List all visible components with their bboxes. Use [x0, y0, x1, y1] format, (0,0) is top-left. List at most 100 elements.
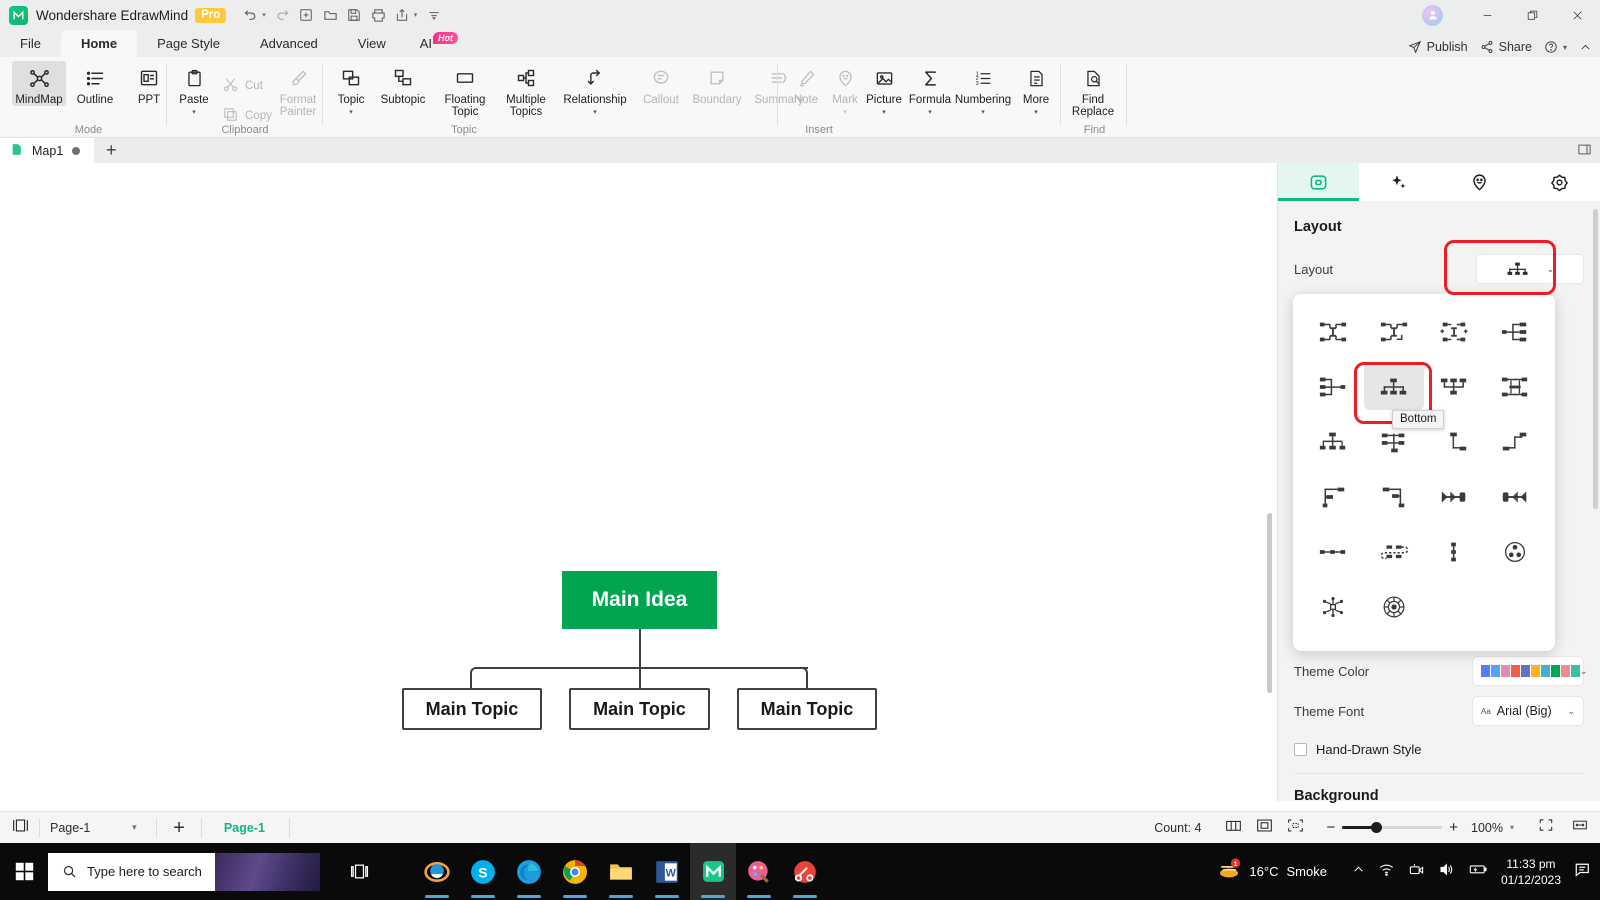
task-view-icon[interactable] — [336, 843, 382, 900]
search-input[interactable]: Type here to search — [48, 852, 320, 891]
panel-scrollbar-thumb[interactable] — [1593, 209, 1598, 509]
share-button[interactable]: Share — [1480, 40, 1532, 54]
view-toggle-icon[interactable] — [12, 818, 29, 838]
ribbon-format-painter-button[interactable]: Format Painter — [267, 61, 329, 118]
column-view-icon[interactable] — [1225, 818, 1242, 838]
export-caret-icon[interactable]: ▾ — [414, 11, 418, 19]
chevron-down-icon[interactable]: ⌄ — [1567, 706, 1575, 717]
doc-tab-map1[interactable]: Map1 — [0, 138, 95, 163]
show-hidden-icons-icon[interactable] — [1352, 863, 1365, 881]
ribbon-more-insert-button[interactable]: More ▾ — [1009, 61, 1063, 116]
layout-option-top[interactable] — [1424, 363, 1485, 410]
zoom-out-button[interactable]: − — [1326, 819, 1335, 836]
mindmap-root-node[interactable]: Main Idea — [562, 571, 717, 629]
ribbon-callout-button[interactable]: Callout — [634, 61, 688, 106]
mindmap-branch-node[interactable]: Main Topic — [737, 688, 877, 730]
skype-icon[interactable]: S — [460, 843, 506, 900]
tab-file[interactable]: File — [0, 30, 61, 57]
google-chrome-icon[interactable] — [552, 843, 598, 900]
mindmap-branch-node[interactable]: Main Topic — [402, 688, 542, 730]
ribbon-multiple-topics-button[interactable]: Multiple Topics — [495, 61, 557, 118]
layout-option-radial-map[interactable] — [1364, 583, 1425, 630]
theme-color-select[interactable]: ⌄ — [1472, 656, 1588, 686]
microsoft-edge-icon[interactable] — [506, 843, 552, 900]
new-file-icon[interactable] — [296, 5, 317, 26]
help-icon[interactable]: ▾ — [1544, 40, 1567, 54]
snipping-tool-icon[interactable] — [782, 843, 828, 900]
chevron-down-icon[interactable]: ⌄ — [1580, 666, 1588, 677]
notification-icon[interactable] — [1574, 861, 1592, 883]
ribbon-outline-button[interactable]: Outline — [68, 61, 122, 106]
ribbon-boundary-button[interactable]: Boundary — [686, 61, 748, 106]
tab-advanced[interactable]: Advanced — [240, 30, 338, 57]
layout-option-vertical-timeline[interactable] — [1424, 528, 1485, 575]
export-share-icon[interactable] — [392, 5, 413, 26]
ribbon-paste-button[interactable]: Paste ▾ — [167, 61, 221, 116]
save-icon[interactable] — [344, 5, 365, 26]
new-document-tab-button[interactable]: + — [94, 140, 128, 161]
zoom-in-button[interactable]: + — [1449, 819, 1458, 836]
edrawmind-icon[interactable] — [690, 843, 736, 900]
battery-icon[interactable] — [1468, 862, 1488, 881]
panel-tab-style[interactable] — [1278, 163, 1359, 201]
layout-option-bracket-right[interactable] — [1303, 473, 1364, 520]
camera-icon[interactable] — [1408, 862, 1425, 882]
volume-icon[interactable] — [1438, 862, 1455, 882]
publish-button[interactable]: Publish — [1408, 40, 1468, 54]
panel-tab-clipart[interactable] — [1439, 163, 1520, 201]
layout-option-bottom[interactable] — [1363, 363, 1424, 410]
panel-toggle-icon[interactable] — [1577, 142, 1592, 162]
internet-explorer-icon[interactable] — [414, 843, 460, 900]
formula-caret-icon[interactable]: ▾ — [928, 108, 932, 116]
tab-ai[interactable]: AI Hot — [406, 30, 471, 57]
ribbon-find-replace-button[interactable]: Find Replace — [1062, 61, 1124, 118]
undo-icon[interactable] — [240, 5, 261, 26]
zoom-value[interactable]: 100% — [1471, 821, 1503, 835]
weather-widget[interactable]: 1 16°C Smoke — [1217, 858, 1327, 885]
paste-caret-icon[interactable]: ▾ — [192, 108, 196, 116]
layout-option-tree-right[interactable] — [1485, 308, 1546, 355]
fit-width-icon[interactable] — [1572, 818, 1588, 837]
page-select-value[interactable]: Page-1 — [50, 821, 90, 835]
layout-option-vertical-center[interactable] — [1303, 418, 1364, 465]
layout-dropdown-panel[interactable] — [1293, 294, 1555, 651]
redo-icon[interactable] — [272, 5, 293, 26]
fit-selection-icon[interactable] — [1287, 818, 1304, 838]
ribbon-cut-button[interactable]: Cut — [222, 67, 263, 97]
zoom-slider-handle[interactable] — [1371, 822, 1383, 833]
file-explorer-icon[interactable] — [598, 843, 644, 900]
zoom-slider[interactable] — [1342, 822, 1443, 833]
ribbon-copy-button[interactable]: Copy — [222, 97, 272, 127]
close-icon[interactable] — [1555, 0, 1600, 30]
layout-option-bracket-left[interactable] — [1364, 473, 1425, 520]
layout-option-radial[interactable] — [1303, 583, 1364, 630]
layout-option-fishbone-right[interactable] — [1424, 473, 1485, 520]
paint-3d-icon[interactable] — [736, 843, 782, 900]
open-folder-icon[interactable] — [320, 5, 341, 26]
theme-font-select[interactable]: Aa Arial (Big) ⌄ — [1472, 696, 1584, 726]
collapse-ribbon-icon[interactable] — [1579, 41, 1592, 54]
tab-home[interactable]: Home — [60, 30, 138, 57]
mark-caret-icon[interactable]: ▾ — [843, 108, 847, 116]
ribbon-topic-button[interactable]: Topic ▾ — [324, 61, 378, 116]
layout-option-circular[interactable] — [1485, 528, 1546, 575]
undo-caret-icon[interactable]: ▾ — [262, 11, 266, 19]
numbering-caret-icon[interactable]: ▾ — [981, 108, 985, 116]
user-avatar[interactable] — [1422, 4, 1443, 26]
layout-select[interactable]: ⌄ — [1476, 254, 1584, 284]
layout-option-tree-left[interactable] — [1303, 363, 1364, 410]
panel-tab-ai[interactable] — [1359, 163, 1440, 201]
help-caret-icon[interactable]: ▾ — [1563, 43, 1567, 52]
tab-view[interactable]: View — [338, 30, 406, 57]
ribbon-floating-topic-button[interactable]: Floating Topic — [434, 61, 496, 118]
fit-page-icon[interactable] — [1256, 818, 1273, 838]
add-page-button[interactable]: + — [167, 818, 191, 838]
layout-option-fishbone-left[interactable] — [1485, 473, 1546, 520]
taskbar-clock[interactable]: 11:33 pm 01/12/2023 — [1501, 856, 1561, 888]
topic-caret-icon[interactable]: ▾ — [349, 108, 353, 116]
more-insert-caret-icon[interactable]: ▾ — [1034, 108, 1038, 116]
ribbon-mindmap-button[interactable]: MindMap — [12, 61, 66, 106]
hand-drawn-style-row[interactable]: Hand-Drawn Style — [1278, 731, 1600, 767]
picture-caret-icon[interactable]: ▾ — [882, 108, 886, 116]
restore-icon[interactable] — [1510, 0, 1555, 30]
